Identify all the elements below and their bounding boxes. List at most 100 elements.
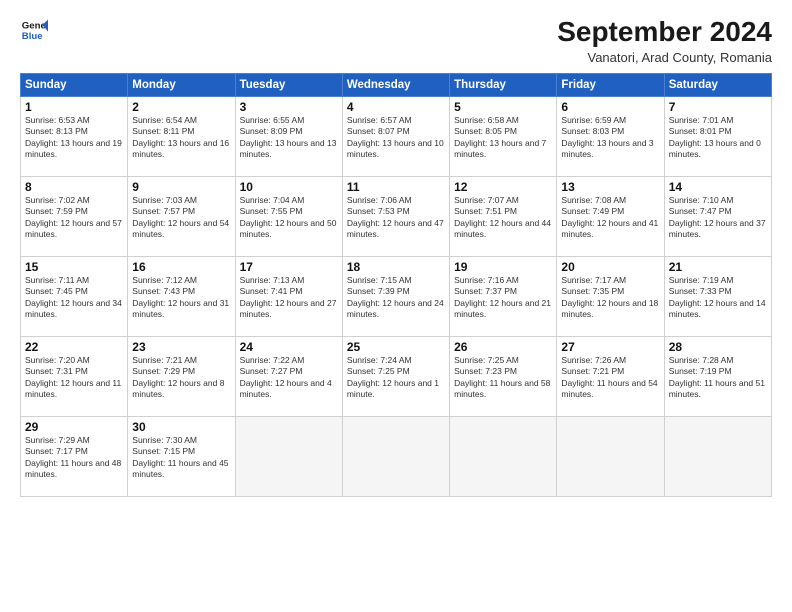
logo: General Blue	[20, 16, 48, 44]
calendar-cell: 2 Sunrise: 6:54 AM Sunset: 8:11 PM Dayli…	[128, 97, 235, 177]
day-number: 15	[25, 260, 123, 274]
day-number: 8	[25, 180, 123, 194]
day-number: 25	[347, 340, 445, 354]
day-info: Sunrise: 7:29 AM Sunset: 7:17 PM Dayligh…	[25, 435, 123, 481]
calendar-cell	[342, 417, 449, 497]
calendar-cell: 16 Sunrise: 7:12 AM Sunset: 7:43 PM Dayl…	[128, 257, 235, 337]
day-number: 13	[561, 180, 659, 194]
calendar-week-2: 8 Sunrise: 7:02 AM Sunset: 7:59 PM Dayli…	[21, 177, 772, 257]
day-info: Sunrise: 7:24 AM Sunset: 7:25 PM Dayligh…	[347, 355, 445, 401]
calendar-cell	[235, 417, 342, 497]
calendar-table: SundayMondayTuesdayWednesdayThursdayFrid…	[20, 73, 772, 497]
day-info: Sunrise: 7:25 AM Sunset: 7:23 PM Dayligh…	[454, 355, 552, 401]
calendar-cell: 4 Sunrise: 6:57 AM Sunset: 8:07 PM Dayli…	[342, 97, 449, 177]
day-number: 17	[240, 260, 338, 274]
day-number: 23	[132, 340, 230, 354]
calendar-cell	[664, 417, 771, 497]
day-info: Sunrise: 7:08 AM Sunset: 7:49 PM Dayligh…	[561, 195, 659, 241]
calendar-cell: 12 Sunrise: 7:07 AM Sunset: 7:51 PM Dayl…	[450, 177, 557, 257]
calendar-cell: 22 Sunrise: 7:20 AM Sunset: 7:31 PM Dayl…	[21, 337, 128, 417]
day-info: Sunrise: 7:22 AM Sunset: 7:27 PM Dayligh…	[240, 355, 338, 401]
day-number: 6	[561, 100, 659, 114]
day-info: Sunrise: 6:59 AM Sunset: 8:03 PM Dayligh…	[561, 115, 659, 161]
calendar-cell: 26 Sunrise: 7:25 AM Sunset: 7:23 PM Dayl…	[450, 337, 557, 417]
day-number: 30	[132, 420, 230, 434]
day-number: 3	[240, 100, 338, 114]
day-number: 5	[454, 100, 552, 114]
weekday-header-monday: Monday	[128, 74, 235, 97]
calendar-cell: 20 Sunrise: 7:17 AM Sunset: 7:35 PM Dayl…	[557, 257, 664, 337]
day-number: 22	[25, 340, 123, 354]
calendar-cell	[450, 417, 557, 497]
calendar-cell: 5 Sunrise: 6:58 AM Sunset: 8:05 PM Dayli…	[450, 97, 557, 177]
day-info: Sunrise: 7:30 AM Sunset: 7:15 PM Dayligh…	[132, 435, 230, 481]
day-info: Sunrise: 7:10 AM Sunset: 7:47 PM Dayligh…	[669, 195, 767, 241]
calendar-cell: 15 Sunrise: 7:11 AM Sunset: 7:45 PM Dayl…	[21, 257, 128, 337]
day-info: Sunrise: 7:15 AM Sunset: 7:39 PM Dayligh…	[347, 275, 445, 321]
day-info: Sunrise: 7:12 AM Sunset: 7:43 PM Dayligh…	[132, 275, 230, 321]
day-info: Sunrise: 7:16 AM Sunset: 7:37 PM Dayligh…	[454, 275, 552, 321]
month-title: September 2024	[557, 16, 772, 48]
calendar-week-5: 29 Sunrise: 7:29 AM Sunset: 7:17 PM Dayl…	[21, 417, 772, 497]
day-number: 4	[347, 100, 445, 114]
calendar-cell: 13 Sunrise: 7:08 AM Sunset: 7:49 PM Dayl…	[557, 177, 664, 257]
calendar-cell: 6 Sunrise: 6:59 AM Sunset: 8:03 PM Dayli…	[557, 97, 664, 177]
day-number: 27	[561, 340, 659, 354]
calendar-week-1: 1 Sunrise: 6:53 AM Sunset: 8:13 PM Dayli…	[21, 97, 772, 177]
calendar-cell: 1 Sunrise: 6:53 AM Sunset: 8:13 PM Dayli…	[21, 97, 128, 177]
calendar-cell: 3 Sunrise: 6:55 AM Sunset: 8:09 PM Dayli…	[235, 97, 342, 177]
weekday-header-sunday: Sunday	[21, 74, 128, 97]
calendar-cell: 19 Sunrise: 7:16 AM Sunset: 7:37 PM Dayl…	[450, 257, 557, 337]
day-number: 1	[25, 100, 123, 114]
weekday-header-friday: Friday	[557, 74, 664, 97]
calendar-cell: 21 Sunrise: 7:19 AM Sunset: 7:33 PM Dayl…	[664, 257, 771, 337]
weekday-header-saturday: Saturday	[664, 74, 771, 97]
day-number: 11	[347, 180, 445, 194]
day-info: Sunrise: 7:11 AM Sunset: 7:45 PM Dayligh…	[25, 275, 123, 321]
calendar-cell: 18 Sunrise: 7:15 AM Sunset: 7:39 PM Dayl…	[342, 257, 449, 337]
calendar-cell: 25 Sunrise: 7:24 AM Sunset: 7:25 PM Dayl…	[342, 337, 449, 417]
calendar-cell: 9 Sunrise: 7:03 AM Sunset: 7:57 PM Dayli…	[128, 177, 235, 257]
calendar-cell: 7 Sunrise: 7:01 AM Sunset: 8:01 PM Dayli…	[664, 97, 771, 177]
calendar-cell: 30 Sunrise: 7:30 AM Sunset: 7:15 PM Dayl…	[128, 417, 235, 497]
day-info: Sunrise: 7:28 AM Sunset: 7:19 PM Dayligh…	[669, 355, 767, 401]
calendar-week-3: 15 Sunrise: 7:11 AM Sunset: 7:45 PM Dayl…	[21, 257, 772, 337]
day-number: 18	[347, 260, 445, 274]
day-number: 20	[561, 260, 659, 274]
day-info: Sunrise: 7:06 AM Sunset: 7:53 PM Dayligh…	[347, 195, 445, 241]
day-info: Sunrise: 7:21 AM Sunset: 7:29 PM Dayligh…	[132, 355, 230, 401]
day-info: Sunrise: 6:55 AM Sunset: 8:09 PM Dayligh…	[240, 115, 338, 161]
day-number: 19	[454, 260, 552, 274]
day-number: 10	[240, 180, 338, 194]
day-number: 14	[669, 180, 767, 194]
calendar-cell: 23 Sunrise: 7:21 AM Sunset: 7:29 PM Dayl…	[128, 337, 235, 417]
calendar-cell: 27 Sunrise: 7:26 AM Sunset: 7:21 PM Dayl…	[557, 337, 664, 417]
day-info: Sunrise: 7:26 AM Sunset: 7:21 PM Dayligh…	[561, 355, 659, 401]
day-number: 24	[240, 340, 338, 354]
calendar-cell: 10 Sunrise: 7:04 AM Sunset: 7:55 PM Dayl…	[235, 177, 342, 257]
day-info: Sunrise: 7:02 AM Sunset: 7:59 PM Dayligh…	[25, 195, 123, 241]
calendar-cell	[557, 417, 664, 497]
weekday-header-thursday: Thursday	[450, 74, 557, 97]
calendar-cell: 24 Sunrise: 7:22 AM Sunset: 7:27 PM Dayl…	[235, 337, 342, 417]
day-info: Sunrise: 7:20 AM Sunset: 7:31 PM Dayligh…	[25, 355, 123, 401]
day-info: Sunrise: 7:17 AM Sunset: 7:35 PM Dayligh…	[561, 275, 659, 321]
calendar-cell: 14 Sunrise: 7:10 AM Sunset: 7:47 PM Dayl…	[664, 177, 771, 257]
day-number: 26	[454, 340, 552, 354]
day-info: Sunrise: 7:01 AM Sunset: 8:01 PM Dayligh…	[669, 115, 767, 161]
calendar-cell: 28 Sunrise: 7:28 AM Sunset: 7:19 PM Dayl…	[664, 337, 771, 417]
day-info: Sunrise: 7:04 AM Sunset: 7:55 PM Dayligh…	[240, 195, 338, 241]
day-number: 2	[132, 100, 230, 114]
day-info: Sunrise: 7:13 AM Sunset: 7:41 PM Dayligh…	[240, 275, 338, 321]
day-info: Sunrise: 6:57 AM Sunset: 8:07 PM Dayligh…	[347, 115, 445, 161]
logo-icon: General Blue	[20, 16, 48, 44]
calendar-week-4: 22 Sunrise: 7:20 AM Sunset: 7:31 PM Dayl…	[21, 337, 772, 417]
calendar-cell: 29 Sunrise: 7:29 AM Sunset: 7:17 PM Dayl…	[21, 417, 128, 497]
day-info: Sunrise: 6:58 AM Sunset: 8:05 PM Dayligh…	[454, 115, 552, 161]
day-number: 12	[454, 180, 552, 194]
day-number: 7	[669, 100, 767, 114]
title-block: September 2024 Vanatori, Arad County, Ro…	[557, 16, 772, 65]
day-number: 9	[132, 180, 230, 194]
day-number: 21	[669, 260, 767, 274]
calendar-cell: 8 Sunrise: 7:02 AM Sunset: 7:59 PM Dayli…	[21, 177, 128, 257]
